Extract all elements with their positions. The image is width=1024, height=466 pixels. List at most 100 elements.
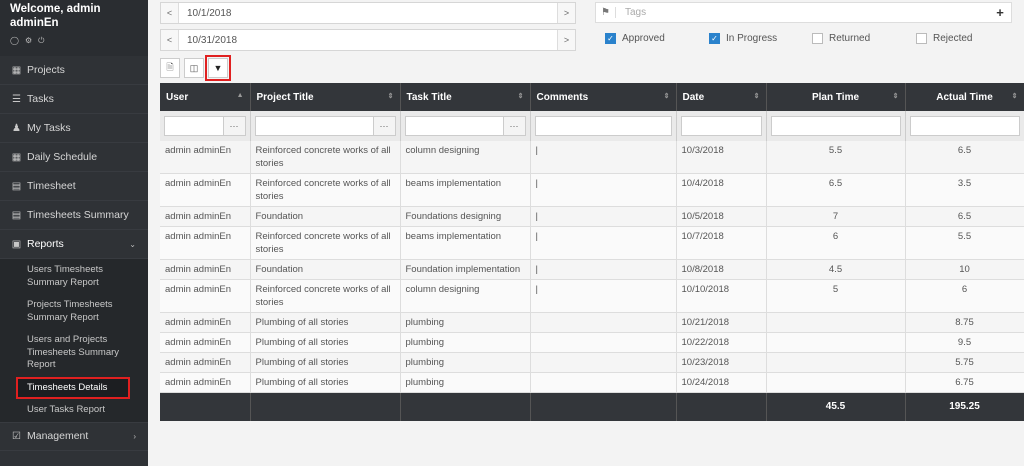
filter-options-icon[interactable]: ⋯: [502, 117, 525, 135]
user-icon[interactable]: ◯: [10, 36, 19, 46]
table-row[interactable]: admin adminEn Reinforced concrete works o…: [160, 141, 1024, 174]
cell-task-title: column designing: [400, 279, 531, 313]
cell-comments: [530, 312, 677, 333]
cell-plan-time: [766, 312, 906, 333]
table-row[interactable]: admin adminEn Foundation Foundations desig…: [160, 206, 1024, 227]
sort-icon[interactable]: ⇕: [754, 92, 760, 100]
column-header-actual-time[interactable]: Actual Time ⇕: [905, 83, 1024, 111]
reports-submenu: Users Timesheets Summary Report Projects…: [0, 259, 148, 422]
sidebar-item-daily-schedule[interactable]: ▦ Daily Schedule: [0, 143, 148, 172]
tags-input[interactable]: ⚑ Tags +: [595, 2, 1012, 23]
task-filter-input[interactable]: ⋯: [404, 116, 526, 136]
sort-icon[interactable]: ⇕: [664, 92, 670, 100]
table-row[interactable]: admin adminEn Reinforced concrete works o…: [160, 173, 1024, 207]
table-row[interactable]: admin adminEn Reinforced concrete works o…: [160, 279, 1024, 313]
from-date-picker[interactable]: < 10/1/2018 >: [160, 2, 576, 24]
header-label: Task Title: [406, 91, 452, 103]
status-label: Rejected: [933, 33, 973, 44]
column-header-task-title[interactable]: Task Title ⇕: [400, 83, 531, 111]
sort-icon[interactable]: ⇕: [1012, 92, 1018, 100]
sidebar-item-my-tasks[interactable]: ♟ My Tasks: [0, 114, 148, 143]
column-header-project-title[interactable]: Project Title ⇕: [250, 83, 401, 111]
from-date-value[interactable]: 10/1/2018: [179, 8, 232, 19]
table-row[interactable]: admin adminEn Plumbing of all stories plum…: [160, 332, 1024, 353]
table-row[interactable]: admin adminEn Plumbing of all stories plum…: [160, 372, 1024, 393]
prev-arrow-icon[interactable]: <: [161, 30, 179, 50]
next-arrow-icon[interactable]: >: [557, 30, 575, 50]
add-tag-button[interactable]: +: [989, 5, 1011, 20]
cell-actual-time: 6.5: [905, 141, 1024, 174]
sidebar-item-reports[interactable]: ▣ Reports ⌄: [0, 230, 148, 259]
comments-filter-input[interactable]: [534, 116, 672, 136]
checkbox[interactable]: ✓: [709, 33, 720, 44]
table-row[interactable]: admin adminEn Plumbing of all stories plum…: [160, 352, 1024, 373]
sort-icon[interactable]: ⇕: [893, 92, 899, 100]
sort-icon[interactable]: ⇕: [518, 92, 524, 100]
cell-comments: |: [530, 141, 677, 174]
user-filter-input[interactable]: ⋯: [164, 116, 246, 136]
plan-time-filter-input[interactable]: [770, 116, 901, 136]
cell-date: 10/3/2018: [676, 141, 767, 174]
sidebar-item-timesheet[interactable]: ▤ Timesheet: [0, 172, 148, 201]
column-header-date[interactable]: Date ⇕: [676, 83, 767, 111]
cell-comments: [530, 352, 677, 373]
user-icon: ♟: [12, 122, 21, 134]
checkbox[interactable]: [812, 33, 823, 44]
cell-actual-time: 6.75: [905, 372, 1024, 393]
status-filter-approved[interactable]: ✓ Approved: [605, 33, 665, 44]
export-icon[interactable]: 🗎: [160, 58, 180, 78]
prev-arrow-icon[interactable]: <: [161, 3, 179, 23]
actual-time-filter-input[interactable]: [909, 116, 1020, 136]
cell-plan-time: [766, 332, 906, 353]
cell-project-title: Foundation: [250, 259, 401, 280]
sidebar-item-tasks[interactable]: ☰ Tasks: [0, 85, 148, 114]
submenu-item-timesheets-details[interactable]: Timesheets Details: [16, 376, 130, 399]
status-filter-returned[interactable]: Returned: [812, 33, 870, 44]
cell-plan-time: 7: [766, 206, 906, 227]
columns-icon[interactable]: ◫: [184, 58, 204, 78]
header-label: Plan Time: [811, 91, 860, 103]
date-filter-input[interactable]: [680, 116, 762, 136]
submenu-item-user-tasks-report[interactable]: User Tasks Report: [0, 399, 148, 422]
submenu-item-users-timesheets-summary[interactable]: Users Timesheets Summary Report: [0, 259, 148, 294]
cell-plan-time: 5: [766, 279, 906, 313]
next-arrow-icon[interactable]: >: [557, 3, 575, 23]
filter-icon[interactable]: ▼: [205, 55, 231, 81]
column-header-comments[interactable]: Comments ⇕: [530, 83, 677, 111]
welcome-panel: Welcome, admin adminEn ◯ ⚙ ⏻: [0, 0, 148, 56]
cell-date: 10/4/2018: [676, 173, 767, 207]
sidebar-item-timesheets-summary[interactable]: ▤ Timesheets Summary: [0, 201, 148, 230]
cell-task-title: column designing: [400, 141, 531, 174]
column-header-user[interactable]: User ▲: [160, 83, 251, 111]
header-label: Project Title: [256, 91, 314, 103]
to-date-picker[interactable]: < 10/31/2018 >: [160, 29, 576, 51]
to-date-value[interactable]: 10/31/2018: [179, 35, 237, 46]
sort-asc-icon[interactable]: ▲: [237, 92, 244, 99]
reports-icon: ▣: [11, 238, 22, 250]
sidebar-item-label: Tasks: [27, 93, 54, 105]
sidebar-item-projects[interactable]: ▦ Projects: [0, 56, 148, 85]
table-row[interactable]: admin adminEn Reinforced concrete works o…: [160, 226, 1024, 260]
gear-icon[interactable]: ⚙: [25, 36, 32, 46]
sort-icon[interactable]: ⇕: [388, 92, 394, 100]
status-filter-in-progress[interactable]: ✓ In Progress: [709, 33, 777, 44]
power-icon[interactable]: ⏻: [38, 36, 44, 46]
table-row[interactable]: admin adminEn Foundation Foundation implem…: [160, 259, 1024, 280]
sidebar-item-label: Timesheet: [27, 180, 76, 192]
cell-date: 10/8/2018: [676, 259, 767, 280]
table-row[interactable]: admin adminEn Plumbing of all stories plum…: [160, 312, 1024, 333]
checkbox[interactable]: [916, 33, 927, 44]
cell-task-title: Foundation implementation: [400, 259, 531, 280]
project-filter-input[interactable]: ⋯: [254, 116, 396, 136]
cell-task-title: beams implementation: [400, 173, 531, 207]
column-header-plan-time[interactable]: Plan Time ⇕: [766, 83, 906, 111]
cell-project-title: Reinforced concrete works of all stories: [250, 173, 401, 207]
sidebar-item-management[interactable]: ☑ Management ›: [0, 421, 148, 451]
status-filter-rejected[interactable]: Rejected: [916, 33, 972, 44]
submenu-item-users-projects-summary[interactable]: Users and Projects Timesheets Summary Re…: [0, 329, 148, 377]
filter-options-icon[interactable]: ⋯: [222, 117, 245, 135]
grid-toolbar: 🗎 ◫ ▼: [160, 55, 231, 81]
checkbox[interactable]: ✓: [605, 33, 616, 44]
submenu-item-projects-timesheets-summary[interactable]: Projects Timesheets Summary Report: [0, 294, 148, 329]
filter-options-icon[interactable]: ⋯: [372, 117, 395, 135]
